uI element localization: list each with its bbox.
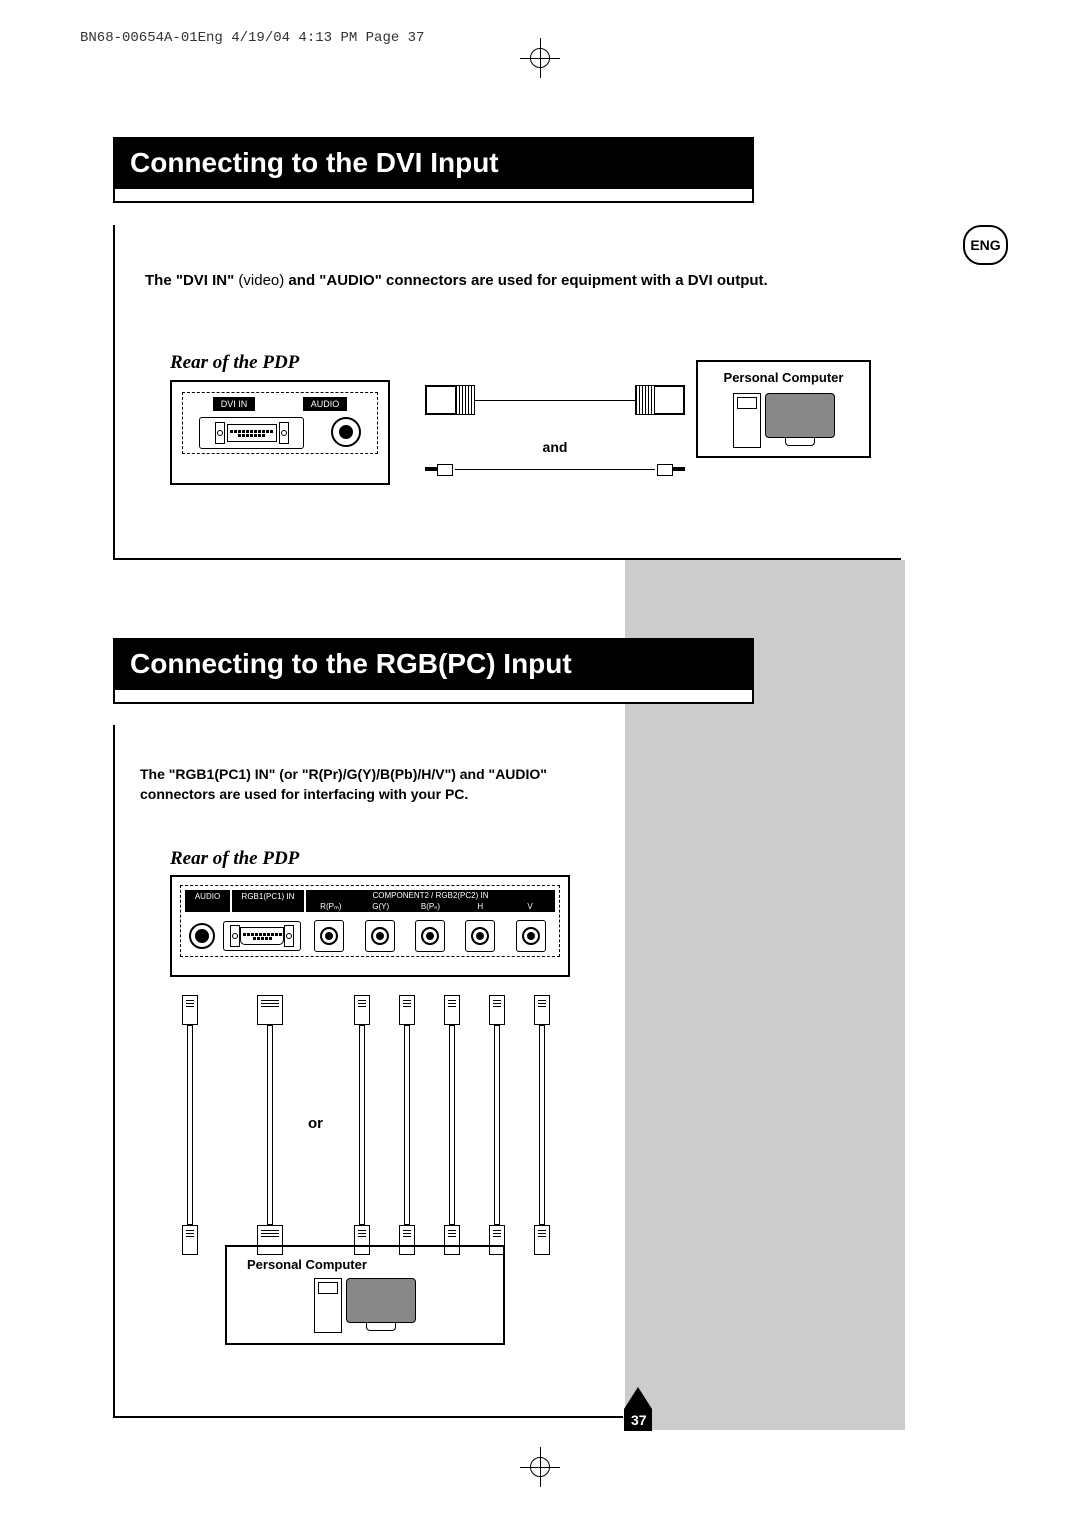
section-2-title-bar: Connecting to the RGB(PC) Input — [113, 638, 754, 704]
pc-box-2: Personal Computer — [225, 1245, 505, 1345]
section-1-frame: The "DVI IN" (video) and "AUDIO" connect… — [113, 225, 901, 560]
audio-jack-icon-2 — [189, 923, 215, 949]
pc-label-2: Personal Computer — [237, 1257, 493, 1272]
bnc-plug-icon — [354, 995, 370, 1025]
audio-label-2: AUDIO — [185, 890, 230, 912]
bnc-g-icon — [365, 920, 395, 952]
audio-cable-icon — [415, 459, 695, 479]
bnc-r-icon — [314, 920, 344, 952]
crop-mark-top — [520, 38, 560, 78]
rear-label-2: Rear of the PDP — [170, 848, 299, 870]
vga-port-icon — [223, 921, 301, 951]
dvi-cable-icon — [415, 385, 695, 435]
audio-label-1: AUDIO — [303, 397, 348, 411]
pdp-rear-panel-2: AUDIO RGB1(PC1) IN COMPONENT2 / RGB2(PC2… — [170, 875, 570, 977]
port-h-label: H — [455, 901, 505, 912]
bnc-v-icon — [516, 920, 546, 952]
crop-mark-bottom — [520, 1447, 560, 1487]
language-badge: ENG — [963, 225, 1008, 265]
cable-diagram-1: and — [415, 385, 695, 495]
port-v-label: V — [505, 901, 555, 912]
section-1-title: Connecting to the DVI Input — [115, 139, 752, 187]
dvi-in-label: DVI IN — [213, 397, 256, 411]
bnc-plug-icon — [534, 995, 550, 1025]
component-header: COMPONENT2 / RGB2(PC2) IN — [306, 890, 555, 901]
pdp-rear-panel-1: DVI IN AUDIO — [170, 380, 390, 485]
pc-icon — [237, 1278, 493, 1333]
audio-plug-icon — [182, 1225, 198, 1255]
dvi-port-icon — [199, 417, 304, 449]
section-1-title-bar: Connecting to the DVI Input — [113, 137, 754, 203]
cable-diagram-2: or — [170, 985, 570, 1265]
bnc-b-icon — [415, 920, 445, 952]
audio-plug-icon — [182, 995, 198, 1025]
section-1-intro: The "DVI IN" (video) and "AUDIO" connect… — [145, 270, 865, 291]
section-2-frame: The "RGB1(PC1) IN" (or "R(Pr)/G(Y)/B(Pb)… — [113, 725, 623, 1418]
page-number: 37 — [624, 1387, 652, 1431]
port-g-label: G(Y) — [356, 901, 406, 912]
or-label: or — [308, 1115, 323, 1132]
section-2-intro: The "RGB1(PC1) IN" (or "R(Pr)/G(Y)/B(Pb)… — [140, 765, 600, 804]
pc-icon — [706, 393, 861, 448]
pc-box-1: Personal Computer — [696, 360, 871, 458]
pdf-header: BN68-00654A-01Eng 4/19/04 4:13 PM Page 3… — [80, 30, 424, 46]
pc-label-1: Personal Computer — [706, 370, 861, 385]
triangle-up-icon — [624, 1387, 652, 1409]
rear-label-1: Rear of the PDP — [170, 352, 299, 374]
and-label: and — [415, 439, 695, 455]
vga-plug-icon — [257, 995, 283, 1025]
bnc-h-icon — [465, 920, 495, 952]
port-r-label: R(Pₘ) — [306, 901, 356, 912]
bnc-plug-icon — [444, 995, 460, 1025]
bnc-plug-icon — [489, 995, 505, 1025]
bnc-plug-icon — [534, 1225, 550, 1255]
port-b-label: B(Pₙ) — [406, 901, 456, 912]
section-2-title: Connecting to the RGB(PC) Input — [115, 640, 752, 688]
audio-jack-icon — [331, 417, 361, 447]
rgb1-label: RGB1(PC1) IN — [232, 890, 304, 912]
page-number-value: 37 — [624, 1409, 652, 1431]
bnc-plug-icon — [399, 995, 415, 1025]
